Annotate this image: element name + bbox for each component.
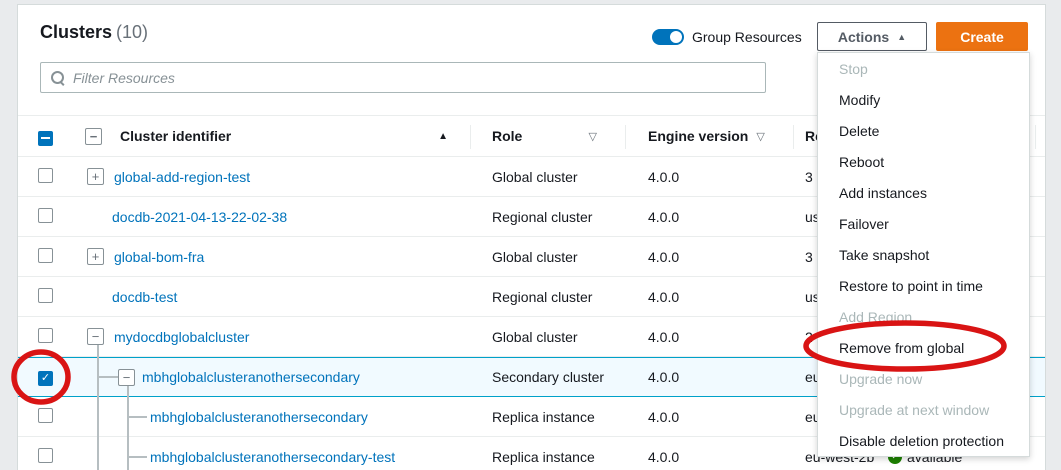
engine-version-cell: 4.0.0 <box>625 437 793 470</box>
cluster-identifier-link[interactable]: mydocdbglobalcluster <box>114 329 249 345</box>
sort-ascending-icon[interactable]: ▲ <box>438 131 448 142</box>
row-checkbox[interactable] <box>38 208 53 223</box>
role-cell: Replica instance <box>470 397 625 436</box>
menu-item-remove-from-global[interactable]: Remove from global <box>818 332 1029 363</box>
role-filter-icon[interactable]: ▽ <box>589 130 597 143</box>
column-divider <box>793 125 794 149</box>
cluster-identifier-link[interactable]: mbhglobalclusteranothersecondary-test <box>150 449 395 465</box>
filter-input[interactable] <box>73 70 755 86</box>
engine-version-cell: 4.0.0 <box>625 317 793 356</box>
menu-item-add-region[interactable]: Add Region <box>818 301 1029 332</box>
expander-icon[interactable]: + <box>87 248 104 265</box>
role-cell: Replica instance <box>470 437 625 470</box>
filter-box <box>40 62 766 93</box>
menu-item-disable-deletion-protection[interactable]: Disable deletion protection <box>818 425 1029 456</box>
panel-title-text: Clusters <box>40 22 112 42</box>
header-engine-version[interactable]: Engine version <box>648 128 748 144</box>
page-title: Clusters(10) <box>40 22 148 43</box>
cluster-identifier-link[interactable]: docdb-2021-04-13-22-02-38 <box>112 209 287 225</box>
group-resources-toggle[interactable] <box>652 29 684 45</box>
collapse-all-icon[interactable]: − <box>85 128 102 145</box>
actions-dropdown-menu: StopModifyDeleteRebootAdd instancesFailo… <box>817 52 1030 457</box>
role-cell: Regional cluster <box>470 197 625 236</box>
engine-version-cell: 4.0.0 <box>625 277 793 316</box>
role-cell: Global cluster <box>470 157 625 196</box>
expander-icon[interactable]: + <box>87 168 104 185</box>
create-button-label: Create <box>960 29 1004 45</box>
cluster-identifier-link[interactable]: docdb-test <box>112 289 177 305</box>
menu-item-failover[interactable]: Failover <box>818 208 1029 239</box>
role-cell: Global cluster <box>470 317 625 356</box>
row-checkbox[interactable] <box>38 371 53 386</box>
select-all-checkbox[interactable] <box>38 131 53 146</box>
expander-icon[interactable]: − <box>118 369 135 386</box>
menu-item-reboot[interactable]: Reboot <box>818 146 1029 177</box>
engine-filter-icon[interactable]: ▽ <box>756 130 764 143</box>
engine-version-cell: 4.0.0 <box>625 197 793 236</box>
menu-item-take-snapshot[interactable]: Take snapshot <box>818 239 1029 270</box>
chevron-up-icon: ▲ <box>897 32 906 42</box>
role-cell: Secondary cluster <box>470 358 625 396</box>
menu-item-upgrade-now[interactable]: Upgrade now <box>818 363 1029 394</box>
menu-item-modify[interactable]: Modify <box>818 84 1029 115</box>
cluster-identifier-link[interactable]: global-bom-fra <box>114 249 204 265</box>
cluster-count: (10) <box>116 22 148 42</box>
create-button[interactable]: Create <box>936 22 1028 51</box>
engine-version-cell: 4.0.0 <box>625 157 793 196</box>
cluster-identifier-link[interactable]: mbhglobalclusteranothersecondary <box>150 409 368 425</box>
actions-button-label: Actions <box>838 29 889 45</box>
row-checkbox[interactable] <box>38 168 53 183</box>
row-checkbox[interactable] <box>38 448 53 463</box>
menu-item-add-instances[interactable]: Add instances <box>818 177 1029 208</box>
row-checkbox[interactable] <box>38 328 53 343</box>
column-divider <box>470 125 471 149</box>
row-checkbox[interactable] <box>38 408 53 423</box>
docdb-clusters-screen: Clusters(10) Group Resources Actions ▲ C… <box>0 0 1061 470</box>
toggle-knob <box>670 31 682 43</box>
header-cluster-identifier[interactable]: Cluster identifier <box>120 128 231 144</box>
column-divider <box>625 125 626 149</box>
engine-version-cell: 4.0.0 <box>625 237 793 276</box>
menu-item-delete[interactable]: Delete <box>818 115 1029 146</box>
menu-item-upgrade-at-next-window[interactable]: Upgrade at next window <box>818 394 1029 425</box>
menu-item-restore-to-point-in-time[interactable]: Restore to point in time <box>818 270 1029 301</box>
search-icon <box>51 71 65 85</box>
row-checkbox[interactable] <box>38 248 53 263</box>
menu-item-stop[interactable]: Stop <box>818 53 1029 84</box>
engine-version-cell: 4.0.0 <box>625 397 793 436</box>
cluster-identifier-link[interactable]: global-add-region-test <box>114 169 250 185</box>
role-cell: Global cluster <box>470 237 625 276</box>
expander-icon[interactable]: − <box>87 328 104 345</box>
column-divider <box>1035 125 1036 149</box>
role-cell: Regional cluster <box>470 277 625 316</box>
engine-version-cell: 4.0.0 <box>625 358 793 396</box>
cluster-identifier-link[interactable]: mbhglobalclusteranothersecondary <box>142 369 360 385</box>
header-role[interactable]: Role <box>492 128 522 144</box>
row-checkbox[interactable] <box>38 288 53 303</box>
group-resources-label: Group Resources <box>692 29 802 45</box>
actions-button[interactable]: Actions ▲ <box>817 22 927 51</box>
